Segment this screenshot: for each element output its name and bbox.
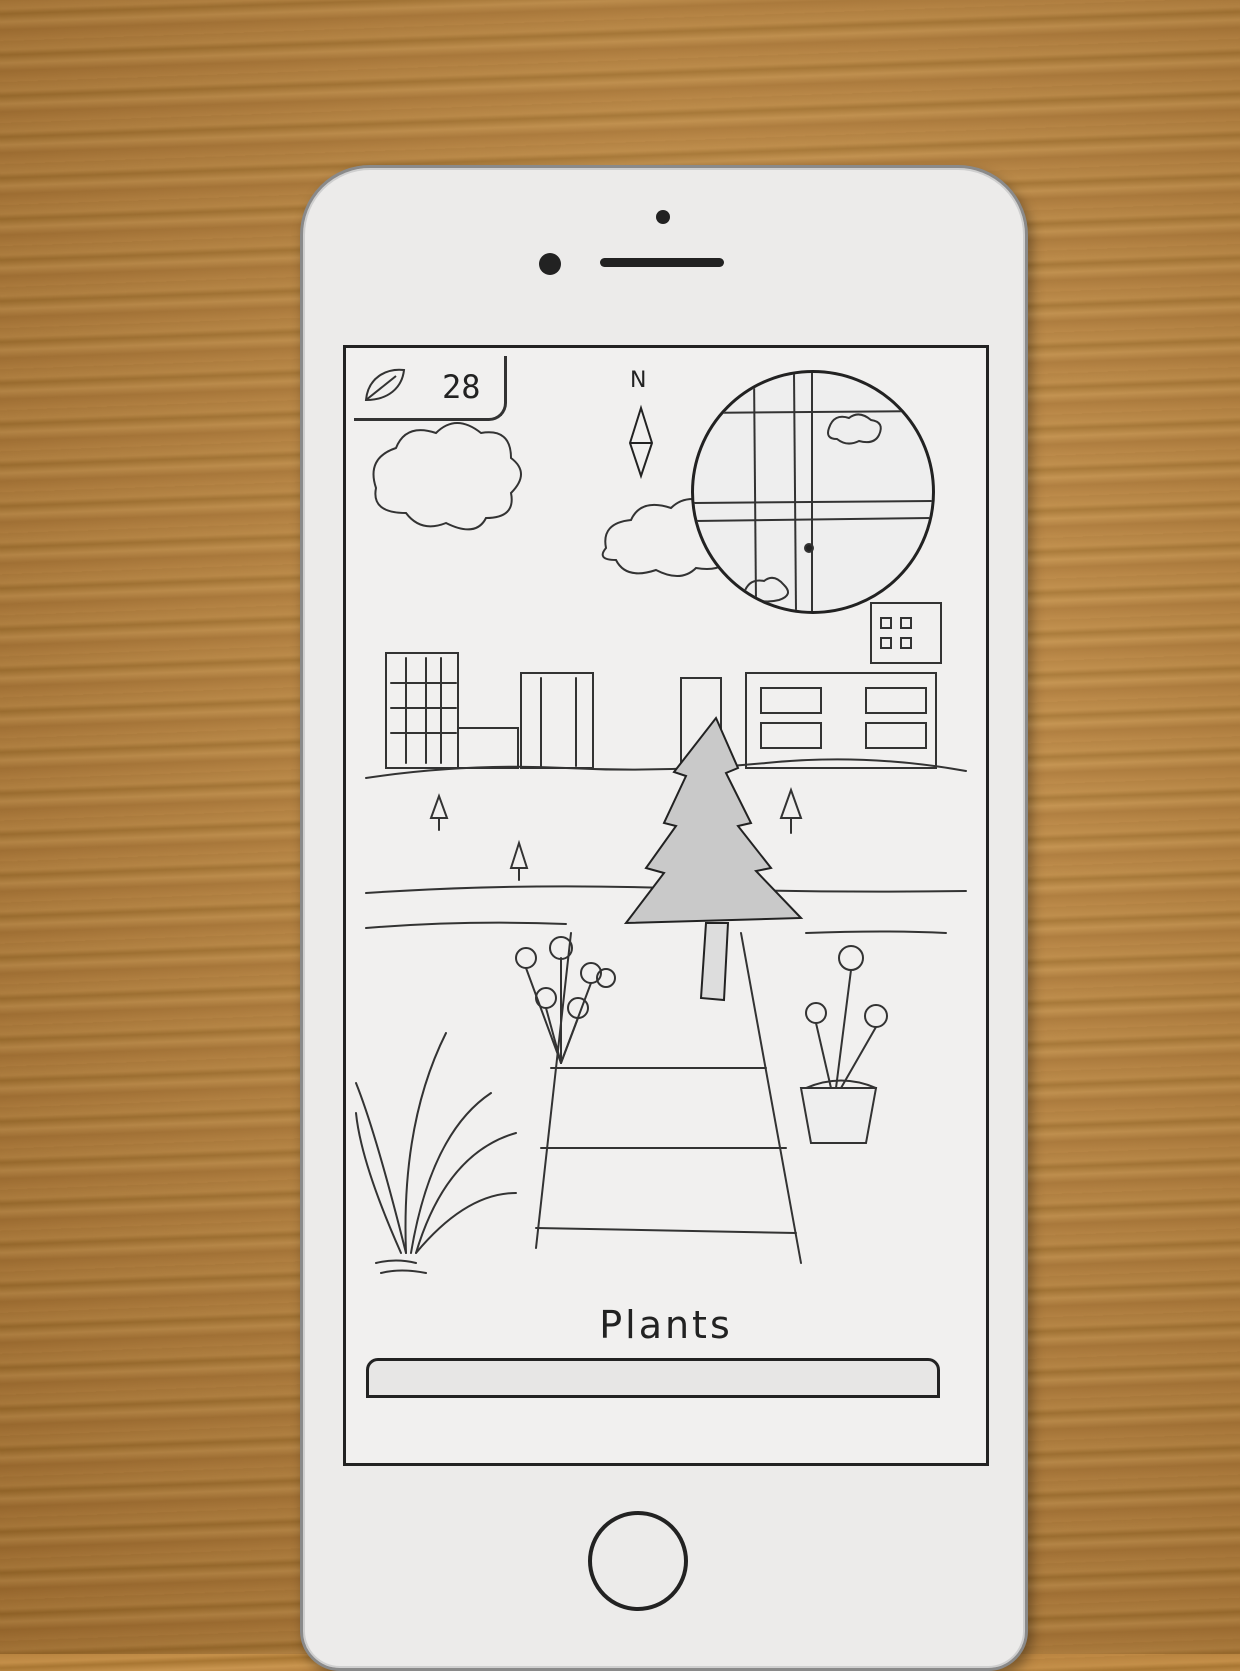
building-6 xyxy=(870,602,942,664)
front-camera xyxy=(539,253,561,275)
building-2 xyxy=(457,727,519,769)
small-tree-2 xyxy=(509,839,529,881)
app-screen: 28 N Plants xyxy=(343,345,989,1466)
cloud-left xyxy=(372,422,522,531)
garden-path-right xyxy=(740,932,802,1264)
pine-trunk xyxy=(699,922,730,1002)
leaf-icon xyxy=(364,368,406,402)
phone-frame: 28 N Plants xyxy=(300,165,1028,1671)
bottom-tray[interactable] xyxy=(366,1358,940,1398)
section-title: Plants xyxy=(599,1303,733,1347)
building-3 xyxy=(520,672,594,769)
circular-minimap[interactable] xyxy=(691,370,935,614)
building-1 xyxy=(385,652,459,769)
rose-bouquet xyxy=(515,936,616,1064)
small-tree-1 xyxy=(429,793,449,831)
leaf-counter[interactable]: 28 xyxy=(354,356,507,421)
spiky-plant xyxy=(355,1032,517,1274)
potted-flower xyxy=(799,945,888,1144)
field-line-3 xyxy=(805,930,947,934)
small-tree-3 xyxy=(779,787,803,834)
earpiece-speaker xyxy=(600,258,724,267)
compass-needle-icon xyxy=(628,404,654,480)
field-line-2 xyxy=(365,921,567,929)
compass[interactable]: N xyxy=(616,368,666,488)
front-sensor xyxy=(656,210,670,224)
leaf-count: 28 xyxy=(442,368,481,406)
home-button[interactable] xyxy=(588,1511,688,1611)
garden-path-left xyxy=(535,932,572,1249)
minimap-map-icon xyxy=(694,373,932,611)
